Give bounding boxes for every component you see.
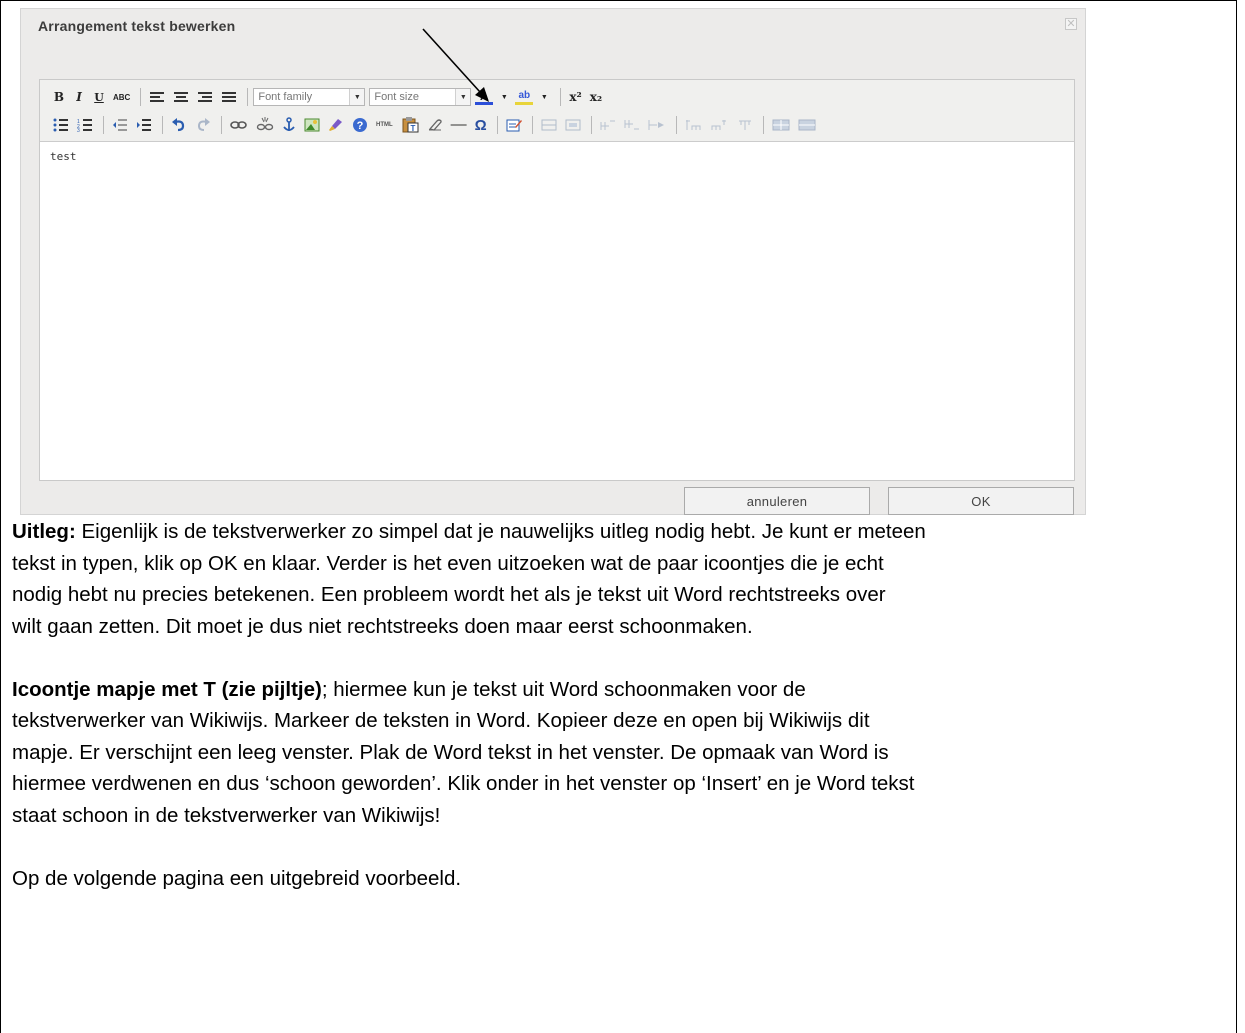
text-line: ; hiermee kun je tekst uit Word schoonma… — [321, 677, 806, 701]
delete-row-icon[interactable] — [645, 115, 669, 135]
split-cells-icon[interactable] — [769, 115, 793, 135]
editor-toolbar: B I U ABC Font family ▼ Font size ▼ A ▼ … — [40, 80, 1074, 142]
toolbar-separator — [103, 116, 104, 134]
text-line: nodig hebt nu precies betekenen. Een pro… — [12, 583, 886, 606]
close-icon[interactable]: ✕ — [1065, 18, 1077, 30]
strikethrough-button[interactable]: ABC — [110, 87, 133, 107]
toolbar-separator — [675, 116, 677, 134]
svg-text:3: 3 — [77, 128, 80, 132]
toolbar-separator — [531, 116, 533, 134]
toolbar-separator — [162, 116, 163, 134]
cancel-button[interactable]: annuleren — [684, 487, 870, 515]
indent-icon[interactable] — [133, 115, 155, 135]
delete-col-icon[interactable] — [734, 115, 756, 135]
highlight-color-button[interactable]: ab — [515, 89, 534, 105]
subscript-button[interactable]: x₂ — [587, 87, 605, 107]
bullet-list-icon[interactable] — [50, 115, 72, 135]
chevron-down-icon[interactable]: ▼ — [495, 87, 513, 107]
chevron-down-icon[interactable]: ▼ — [535, 87, 553, 107]
help-icon[interactable]: ? — [349, 115, 371, 135]
undo-icon[interactable] — [168, 115, 190, 135]
toolbar-separator — [247, 88, 249, 106]
font-size-select[interactable]: Font size ▼ — [369, 88, 472, 106]
dialog-title: Arrangement tekst bewerken — [38, 18, 236, 34]
chevron-down-icon: ▼ — [455, 89, 471, 105]
insert-col-after-icon[interactable] — [708, 115, 732, 135]
font-family-label: Font family — [258, 91, 313, 103]
text-line: hiermee verdwenen en dus ‘schoon geworde… — [12, 772, 915, 795]
image-icon[interactable] — [301, 115, 323, 135]
svg-text:T: T — [410, 124, 415, 133]
insert-col-before-icon[interactable] — [682, 115, 706, 135]
html-source-button[interactable]: HTML — [373, 115, 396, 135]
uitleg-heading: Uitleg: — [12, 520, 76, 543]
text-line: wilt gaan zetten. Dit moet je dus niet r… — [12, 614, 753, 638]
text-line: staat schoon in de tekstverwerker van Wi… — [12, 803, 441, 827]
editor-content-text: test — [50, 150, 77, 163]
unlink-icon[interactable] — [253, 115, 277, 135]
toolbar-row-1: B I U ABC Font family ▼ Font size ▼ A ▼ … — [50, 86, 607, 108]
text-line: tekst in typen, klik op OK en klaar. Ver… — [12, 551, 884, 575]
toolbar-separator — [496, 116, 498, 134]
toolbar-separator — [560, 88, 562, 106]
align-right-icon[interactable] — [194, 87, 216, 107]
font-color-button[interactable]: A — [475, 89, 494, 105]
editor-content-area[interactable]: test — [40, 142, 1074, 480]
ok-button[interactable]: OK — [888, 487, 1074, 515]
explanation-text: Uitleg: Eigenlijk is de tekstverwerker z… — [12, 516, 1227, 894]
rich-text-editor: B I U ABC Font family ▼ Font size ▼ A ▼ … — [39, 79, 1075, 481]
toolbar-separator — [221, 116, 222, 134]
paragraph-volgende: Op de volgende pagina een uitgebreid voo… — [12, 866, 462, 890]
bold-button[interactable]: B — [50, 87, 68, 107]
text-line: mapje. Er verschijnt een leeg venster. P… — [12, 740, 889, 764]
editor-dialog: Arrangement tekst bewerken ✕ B I U ABC F… — [20, 8, 1086, 515]
edit-attributes-icon[interactable] — [503, 115, 525, 135]
table-cell-props-icon[interactable] — [562, 115, 584, 135]
icoontje-heading: Icoontje mapje met T (zie pijltje) — [12, 677, 322, 701]
insert-row-after-icon[interactable] — [621, 115, 643, 135]
align-center-icon[interactable] — [170, 87, 192, 107]
superscript-button[interactable]: x² — [566, 87, 584, 107]
redo-icon[interactable] — [192, 115, 214, 135]
eraser-icon[interactable] — [424, 115, 446, 135]
toolbar-separator — [762, 116, 764, 134]
underline-button[interactable]: U — [90, 87, 108, 107]
paragraph-uitleg: Uitleg: Eigenlijk is de tekstverwerker z… — [12, 516, 1227, 548]
align-left-icon[interactable] — [146, 87, 168, 107]
link-icon[interactable] — [227, 115, 251, 135]
font-size-label: Font size — [374, 91, 419, 103]
merge-cells-icon[interactable] — [795, 115, 819, 135]
toolbar-row-2: 123 ? HTML T — Ω — [50, 114, 821, 136]
cleanup-icon[interactable] — [325, 115, 347, 135]
table-row-props-icon[interactable] — [538, 115, 560, 135]
italic-button[interactable]: I — [70, 87, 88, 107]
paste-from-word-icon[interactable]: T — [398, 115, 422, 135]
toolbar-separator — [140, 88, 142, 106]
anchor-icon[interactable] — [279, 115, 299, 135]
outdent-icon[interactable] — [109, 115, 131, 135]
svg-text:?: ? — [357, 120, 364, 132]
text-line: tekstverwerker van Wikiwijs. Markeer de … — [12, 709, 870, 732]
align-justify-icon[interactable] — [218, 87, 240, 107]
horizontal-rule-button[interactable]: — — [448, 115, 470, 135]
text-line: Eigenlijk is de tekstverwerker zo simpel… — [75, 520, 926, 543]
toolbar-separator — [590, 116, 592, 134]
paragraph-icoontje: Icoontje mapje met T (zie pijltje); hier… — [12, 674, 1227, 706]
insert-row-before-icon[interactable] — [597, 115, 619, 135]
chevron-down-icon: ▼ — [349, 89, 365, 105]
font-family-select[interactable]: Font family ▼ — [253, 88, 366, 106]
numbered-list-icon[interactable]: 123 — [74, 115, 96, 135]
special-char-button[interactable]: Ω — [472, 115, 490, 135]
